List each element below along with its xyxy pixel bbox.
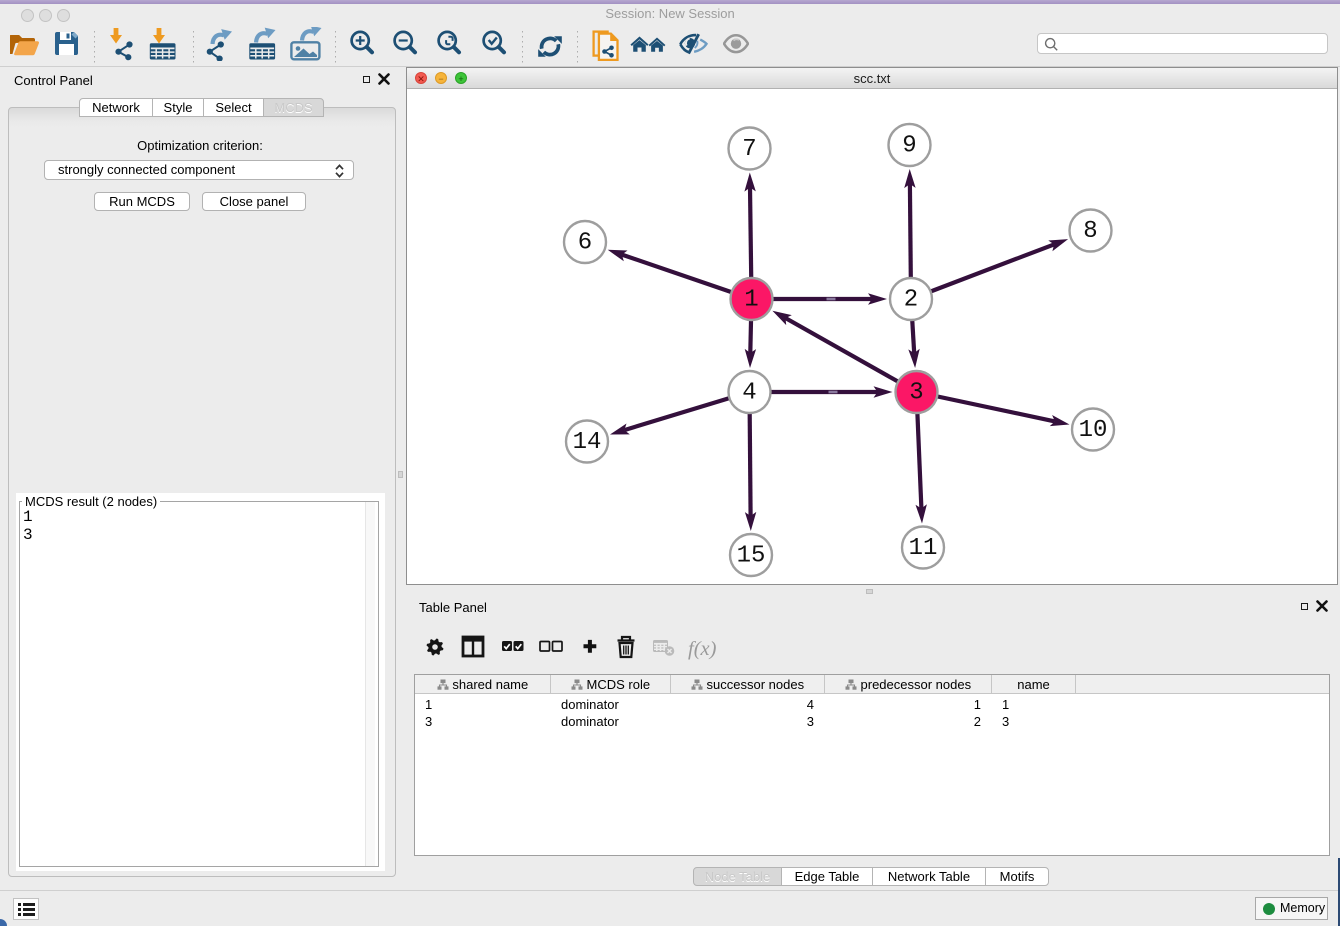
svg-text:10: 10: [1079, 417, 1108, 444]
svg-text:f(x): f(x): [688, 638, 717, 660]
svg-text:2: 2: [904, 287, 918, 314]
svg-text:9: 9: [902, 133, 916, 160]
svg-text:11: 11: [909, 535, 938, 562]
svg-text:8: 8: [1083, 218, 1097, 245]
svg-text:3: 3: [909, 380, 923, 407]
